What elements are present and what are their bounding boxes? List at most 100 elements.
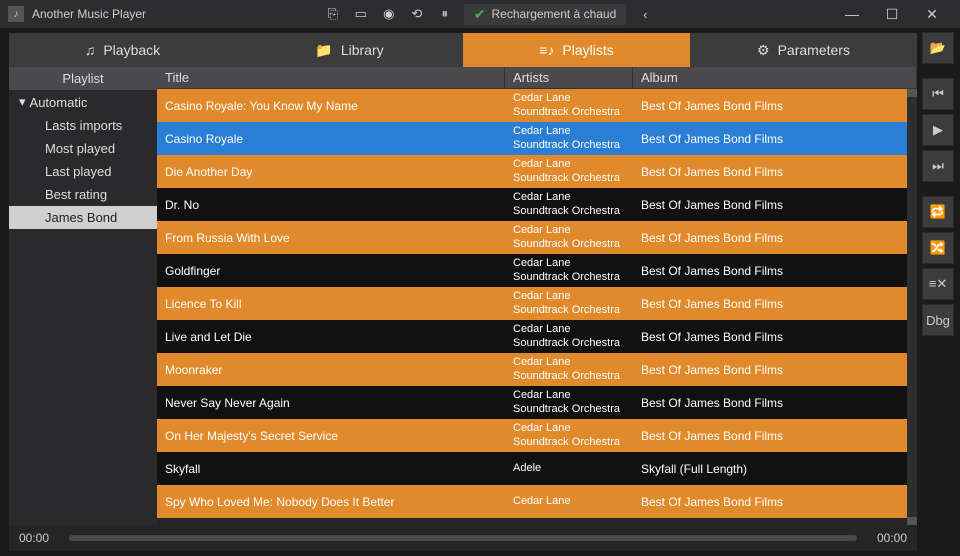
sidebar-automatic-label: Automatic: [30, 95, 88, 110]
table-row[interactable]: Never Say Never AgainCedar Lane Soundtra…: [157, 386, 917, 419]
table-row[interactable]: On Her Majesty's Secret ServiceCedar Lan…: [157, 419, 917, 452]
folder-open-icon: 📂: [930, 40, 946, 56]
play-icon: ▶: [933, 122, 943, 138]
sidebar-item-most-played[interactable]: Most played: [9, 137, 157, 160]
sidebar-item-last-played[interactable]: Last played: [9, 160, 157, 183]
collapse-icon: ▾: [19, 94, 26, 110]
hot-reload-indicator[interactable]: ✔ Rechargement à chaud: [464, 4, 626, 25]
app-icon: ♪: [8, 6, 24, 22]
tab-playback[interactable]: ♫ Playback: [9, 33, 236, 67]
table-header: Title Artists Album: [157, 67, 917, 89]
scroll-down-icon[interactable]: [907, 517, 917, 525]
cell-title: Casino Royale: You Know My Name: [157, 97, 505, 115]
table-row[interactable]: Casino Royale: You Know My NameCedar Lan…: [157, 89, 917, 122]
cell-album: Best Of James Bond Films: [633, 97, 917, 115]
table-row[interactable]: SkyfallAdeleSkyfall (Full Length): [157, 452, 917, 485]
cell-album: Best Of James Bond Films: [633, 493, 917, 511]
tab-library-label: Library: [341, 42, 384, 58]
hot-reload-label: Rechargement à chaud: [492, 7, 617, 21]
cell-title: On Her Majesty's Secret Service: [157, 427, 505, 445]
cell-artist: Cedar Lane Soundtrack Orchestra: [505, 321, 633, 353]
tab-parameters[interactable]: ⚙ Parameters: [690, 33, 917, 67]
cell-title: Licence To Kill: [157, 295, 505, 313]
table-row[interactable]: Licence To KillCedar Lane Soundtrack Orc…: [157, 287, 917, 320]
clear-button[interactable]: ≡✕: [922, 268, 954, 300]
shuffle-button[interactable]: 🔀: [922, 232, 954, 264]
app-title: Another Music Player: [32, 7, 146, 21]
cell-album: Best Of James Bond Films: [633, 130, 917, 148]
right-toolbar: 📂 ⏮ ▶ ⏭ 🔁 🔀 ≡✕ Dbg: [920, 28, 960, 556]
main-tabs: ♫ Playback 📁 Library ≡♪ Playlists ⚙ Para…: [9, 33, 917, 67]
cell-artist: Cedar Lane Soundtrack Orchestra: [505, 123, 633, 155]
table-row[interactable]: Dr. NoCedar Lane Soundtrack OrchestraBes…: [157, 188, 917, 221]
table-row[interactable]: GoldfingerCedar Lane Soundtrack Orchestr…: [157, 254, 917, 287]
minimize-button[interactable]: —: [832, 0, 872, 28]
clear-icon: ≡✕: [929, 276, 947, 292]
prev-track-button[interactable]: ⏮: [922, 78, 954, 110]
sidebar-group-automatic[interactable]: ▾ Automatic: [9, 90, 157, 114]
titlebar: ♪ Another Music Player ⎘ ▭ ◉ ⟲ ⏸ ✔ Recha…: [0, 0, 960, 28]
cell-artist: Cedar Lane: [505, 493, 633, 511]
skip-prev-icon: ⏮: [932, 86, 944, 102]
play-button[interactable]: ▶: [922, 114, 954, 146]
table-row[interactable]: From Russia With LoveCedar Lane Soundtra…: [157, 221, 917, 254]
header-album[interactable]: Album: [633, 67, 917, 88]
tool-record-icon[interactable]: ◉: [380, 5, 398, 23]
header-title[interactable]: Title: [157, 67, 505, 88]
table-row[interactable]: Casino RoyaleCedar Lane Soundtrack Orche…: [157, 122, 917, 155]
cell-title: Live and Let Die: [157, 328, 505, 346]
table-body[interactable]: Casino Royale: You Know My NameCedar Lan…: [157, 89, 917, 525]
tool-swap-icon[interactable]: ⟲: [408, 5, 426, 23]
player-bar: 00:00 00:00: [9, 525, 917, 551]
tab-playlists[interactable]: ≡♪ Playlists: [463, 33, 690, 67]
time-elapsed: 00:00: [19, 531, 59, 545]
tool-prev-icon[interactable]: ‹: [636, 5, 654, 23]
cell-title: Die Another Day: [157, 163, 505, 181]
cell-album: Best Of James Bond Films: [633, 394, 917, 412]
table-row[interactable]: Die Another DayCedar Lane Soundtrack Orc…: [157, 155, 917, 188]
cell-title: Skyfall: [157, 460, 505, 478]
debug-label: Dbg: [926, 313, 950, 328]
cell-artist: Cedar Lane Soundtrack Orchestra: [505, 420, 633, 452]
music-note-icon: ♫: [85, 42, 96, 58]
sidebar-item-best-rating[interactable]: Best rating: [9, 183, 157, 206]
playlist-sidebar: Playlist ▾ Automatic Lasts imports Most …: [9, 67, 157, 525]
table-row[interactable]: Spy Who Loved Me: Nobody Does It BetterC…: [157, 485, 917, 518]
cell-artist: Cedar Lane Soundtrack Orchestra: [505, 222, 633, 254]
tab-library[interactable]: 📁 Library: [236, 33, 463, 67]
scroll-up-icon[interactable]: [907, 89, 917, 97]
tab-playlists-label: Playlists: [562, 42, 613, 58]
seek-slider[interactable]: [69, 535, 857, 541]
cell-artist: Cedar Lane Soundtrack Orchestra: [505, 156, 633, 188]
table-row[interactable]: MoonrakerCedar Lane Soundtrack Orchestra…: [157, 353, 917, 386]
tool-add-icon[interactable]: ⎘: [324, 5, 342, 23]
table-row[interactable]: Live and Let DieCedar Lane Soundtrack Or…: [157, 320, 917, 353]
skip-next-icon: ⏭: [932, 158, 944, 174]
cell-artist: Cedar Lane Soundtrack Orchestra: [505, 255, 633, 287]
folder-icon: 📁: [315, 42, 332, 59]
tool-screen-icon[interactable]: ▭: [352, 5, 370, 23]
cell-album: Best Of James Bond Films: [633, 229, 917, 247]
sidebar-item-james-bond[interactable]: James Bond: [9, 206, 157, 229]
shuffle-icon: 🔀: [930, 240, 946, 256]
open-folder-button[interactable]: 📂: [922, 32, 954, 64]
cell-title: Never Say Never Again: [157, 394, 505, 412]
tool-pause-icon[interactable]: ⏸: [436, 5, 454, 23]
cell-album: Best Of James Bond Films: [633, 295, 917, 313]
header-artists[interactable]: Artists: [505, 67, 633, 88]
cell-title: From Russia With Love: [157, 229, 505, 247]
repeat-icon: 🔁: [930, 204, 946, 220]
sidebar-item-lasts-imports[interactable]: Lasts imports: [9, 114, 157, 137]
close-button[interactable]: ✕: [912, 0, 952, 28]
cell-album: Best Of James Bond Films: [633, 427, 917, 445]
cell-title: Spy Who Loved Me: Nobody Does It Better: [157, 493, 505, 511]
cell-album: Skyfall (Full Length): [633, 460, 917, 478]
sidebar-header: Playlist: [9, 67, 157, 90]
repeat-button[interactable]: 🔁: [922, 196, 954, 228]
tab-parameters-label: Parameters: [778, 42, 850, 58]
debug-button[interactable]: Dbg: [922, 304, 954, 336]
maximize-button[interactable]: ☐: [872, 0, 912, 28]
next-track-button[interactable]: ⏭: [922, 150, 954, 182]
vertical-scrollbar[interactable]: [907, 89, 917, 525]
cell-artist: Cedar Lane Soundtrack Orchestra: [505, 288, 633, 320]
